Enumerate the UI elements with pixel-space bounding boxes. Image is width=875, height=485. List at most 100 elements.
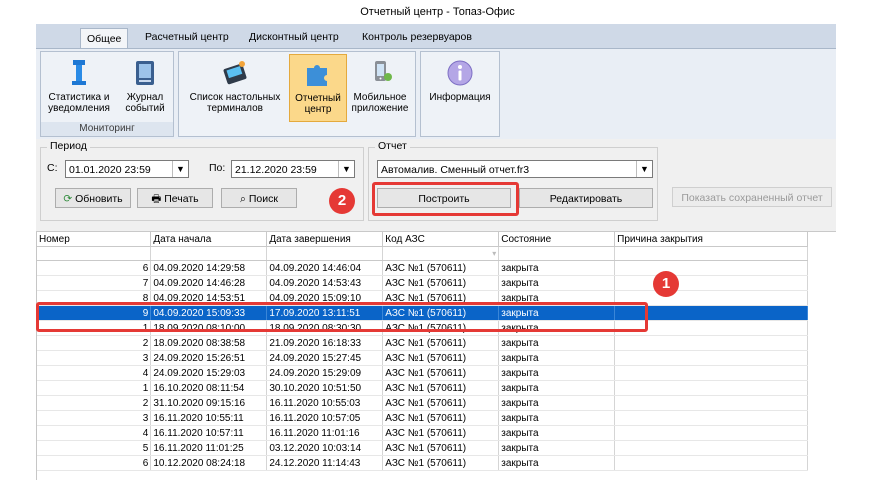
chevron-down-icon[interactable]: ▼ [338,161,354,177]
filter-row[interactable]: ▾ [37,246,808,261]
table-cell: 16.11.2020 10:57:11 [150,425,268,441]
column-header[interactable]: Дата начала [150,232,268,247]
print-label: Печать [164,193,199,205]
table-cell: 2 [37,335,152,351]
table-row[interactable]: 5 16.11.2020 11:01:25 03.12.2020 10:03:14 А… [37,440,808,456]
column-header[interactable]: Дата завершения [266,232,384,247]
table-cell: 3 [37,410,152,426]
table-row[interactable]: 4 24.09.2020 15:29:03 24.09.2020 15:29:09 А… [37,365,808,381]
table-cell: АЗС №1 (570611) [382,440,500,456]
terminals-icon [223,61,247,85]
table-cell: закрыта [498,380,616,396]
table-cell: закрыта [498,365,616,381]
from-label: С: [47,162,58,174]
statistics-label-1: Статистика и [48,92,110,103]
table-row[interactable]: 7 04.09.2020 14:46:28 04.09.2020 14:53:43 А… [37,275,808,291]
journal-label-1: Журнал [126,92,164,103]
table-cell: АЗС №1 (570611) [382,335,500,351]
table-row[interactable]: 2 31.10.2020 09:15:16 16.11.2020 10:55:03 А… [37,395,808,411]
chevron-down-icon[interactable]: ▼ [636,161,652,177]
tab-tank-control[interactable]: Контроль резервуаров [356,26,478,48]
info-group: Информация [420,51,500,137]
ribbon-body: Статистика и уведомления Журнал событий … [36,48,836,140]
table-cell: 24.12.2020 11:14:43 [266,455,384,471]
table-row[interactable]: 6 04.09.2020 14:29:58 04.09.2020 14:46:04 А… [37,260,808,276]
filter-cell[interactable] [498,246,616,261]
statistics-button[interactable]: Статистика и уведомления [43,54,115,120]
filter-cell[interactable] [266,246,384,261]
table-cell [614,365,808,381]
tab-discount-center[interactable]: Дисконтный центр [243,26,345,48]
table-cell: 16.11.2020 11:01:16 [266,425,384,441]
table-cell: 04.09.2020 14:46:28 [150,275,268,291]
print-button[interactable]: 🖶 Печать [137,188,213,208]
table-cell: 24.09.2020 15:29:03 [150,365,268,381]
show-saved-report-button[interactable]: Показать сохраненный отчет [672,187,832,207]
table-row[interactable]: 4 16.11.2020 10:57:11 16.11.2020 11:01:16 А… [37,425,808,441]
statistics-label-2: уведомления [48,103,110,114]
table-row[interactable]: 3 16.11.2020 10:55:11 16.11.2020 10:57:05 А… [37,410,808,426]
terminals-label-1: Список настольных [189,92,281,103]
table-cell: 4 [37,365,152,381]
table-cell: 16.11.2020 10:55:11 [150,410,268,426]
table-cell: 16.11.2020 10:57:05 [266,410,384,426]
puzzle-icon [307,65,327,86]
ribbon-tabs: Общее Расчетный центр Дисконтный центр К… [36,26,836,49]
table-cell: 6 [37,260,152,276]
table-row[interactable]: 2 18.09.2020 08:38:58 21.09.2020 16:18:33 А… [37,335,808,351]
statistics-icon [72,60,86,85]
mobile-app-label-2: приложение [351,103,409,114]
callout-2: 2 [329,188,355,214]
table-cell: закрыта [498,395,616,411]
filter-cell[interactable] [150,246,268,261]
search-button[interactable]: ⌕ Поиск [221,188,297,208]
from-date-field[interactable]: 01.01.2020 23:59 ▼ [65,160,189,178]
period-fieldset: Период С: 01.01.2020 23:59 ▼ По: 21.12.2… [40,140,364,221]
mobile-app-label-1: Мобильное [353,92,407,103]
table-cell: 16.10.2020 08:11:54 [150,380,268,396]
callout-1: 1 [653,271,679,297]
table-row[interactable]: 1 16.10.2020 08:11:54 30.10.2020 10:51:50 А… [37,380,808,396]
refresh-label: Обновить [75,193,123,205]
tab-billing-center[interactable]: Расчетный центр [139,26,235,48]
column-header[interactable]: Код АЗС [382,232,500,247]
to-date-field[interactable]: 21.12.2020 23:59 ▼ [231,160,355,178]
filter-cell[interactable] [37,246,152,261]
monitoring-group: Статистика и уведомления Журнал событий … [40,51,174,137]
journal-button[interactable]: Журнал событий [121,54,169,120]
column-header[interactable]: Состояние [498,232,616,247]
table-header: Номер Дата начала Дата завершения Код АЗ… [37,232,808,247]
filter-cell[interactable]: ▾ [382,246,500,261]
table-cell: АЗС №1 (570611) [382,395,500,411]
table-cell: закрыта [498,410,616,426]
report-legend: Отчет [375,140,410,152]
column-header[interactable]: Номер [37,232,152,247]
highlight-build-button [372,182,519,216]
search-label: Поиск [248,193,278,205]
table-cell: 24.09.2020 15:27:45 [266,350,384,366]
table-cell: АЗС №1 (570611) [382,410,500,426]
table-cell: 1 [37,380,152,396]
journal-label-2: событий [125,103,165,114]
report-select[interactable]: Автомалив. Сменный отчет.fr3 ▼ [377,160,653,178]
information-button[interactable]: Информация [425,54,495,120]
table-row[interactable]: 6 10.12.2020 08:24:18 24.12.2020 11:14:43 А… [37,455,808,471]
chevron-down-icon[interactable]: ▼ [172,161,188,177]
report-center-label-1: Отчетный [295,93,341,104]
refresh-button[interactable]: ⟳ Обновить [55,188,131,208]
shifts-table[interactable]: Номер Дата начала Дата завершения Код АЗ… [36,232,808,480]
mobile-app-button[interactable]: Мобильное приложение [349,54,411,120]
table-cell: закрыта [498,350,616,366]
report-center-button[interactable]: Отчетный центр [289,54,347,122]
terminals-list-button[interactable]: Список настольных терминалов [183,54,287,120]
journal-icon [136,61,154,85]
report-center-label-2: центр [304,104,332,115]
to-date-value: 21.12.2020 23:59 [235,164,317,176]
tab-general[interactable]: Общее [80,28,129,49]
filter-cell[interactable] [614,246,808,261]
table-cell: АЗС №1 (570611) [382,350,500,366]
column-header[interactable]: Причина закрытия [614,232,808,247]
edit-report-button[interactable]: Редактировать [519,188,653,208]
refresh-icon: ⟳ [63,193,73,205]
table-row[interactable]: 3 24.09.2020 15:26:51 24.09.2020 15:27:45 А… [37,350,808,366]
